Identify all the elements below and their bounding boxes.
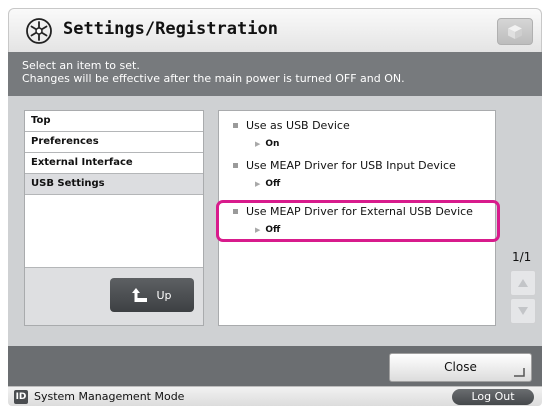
return-corner-icon — [514, 368, 525, 377]
settings-star-icon — [26, 18, 52, 44]
setting-value-row: ▶ Off — [233, 178, 456, 190]
setting-value: On — [265, 139, 280, 149]
id-badge: ID — [14, 390, 28, 404]
triangle-right-icon: ▶ — [255, 180, 261, 188]
logout-label: Log Out — [471, 390, 515, 403]
nav-item-preferences[interactable]: Preferences — [25, 132, 203, 153]
status-bar: ID System Management Mode Log Out — [8, 386, 542, 406]
setting-value: Off — [265, 179, 281, 189]
nav-panel: Top Preferences External Interface USB S… — [24, 110, 204, 326]
up-label: Up — [156, 288, 172, 302]
mode-text: System Management Mode — [34, 390, 185, 403]
info-line-1: Select an item to set. — [22, 59, 140, 72]
page-title: Settings/Registration — [63, 19, 278, 39]
logout-button[interactable]: Log Out — [452, 389, 534, 405]
home-cube-icon — [508, 24, 522, 39]
setting-label-row: Use as USB Device — [233, 119, 350, 133]
nav-footer: Up — [25, 267, 203, 325]
info-message: Select an item to set. Changes will be e… — [8, 52, 542, 96]
up-arrow-icon — [132, 288, 148, 302]
setting-label: Use as USB Device — [246, 119, 350, 132]
scroll-down-button[interactable] — [510, 298, 536, 324]
info-line-2: Changes will be effective after the main… — [22, 72, 405, 85]
page-indicator: 1/1 — [512, 250, 532, 264]
nav-item-external-interface[interactable]: External Interface — [25, 153, 203, 174]
highlight-frame — [216, 200, 500, 242]
header-bar: Settings/Registration — [8, 8, 542, 52]
setting-label: Use MEAP Driver for USB Input Device — [246, 159, 456, 172]
setting-label-row: Use MEAP Driver for USB Input Device — [233, 159, 456, 173]
nav-item-usb-settings[interactable]: USB Settings — [25, 174, 203, 195]
scroll-up-button[interactable] — [510, 270, 536, 296]
screen: Settings/Registration Select an item to … — [0, 0, 549, 410]
close-button[interactable]: Close — [389, 353, 532, 382]
up-button[interactable]: Up — [110, 278, 194, 312]
setting-meap-usb-input[interactable]: Use MEAP Driver for USB Input Device ▶ Of… — [233, 159, 456, 190]
scroll-down-icon — [518, 307, 528, 315]
triangle-right-icon: ▶ — [255, 140, 261, 148]
nav-item-top[interactable]: Top — [25, 111, 203, 132]
bullet-icon — [233, 122, 238, 128]
scroll-up-icon — [518, 279, 528, 287]
setting-use-as-usb-device[interactable]: Use as USB Device ▶ On — [233, 119, 350, 150]
setting-value-row: ▶ On — [233, 138, 350, 150]
bullet-icon — [233, 162, 238, 168]
close-label: Close — [444, 360, 477, 374]
home-button[interactable] — [497, 18, 533, 45]
